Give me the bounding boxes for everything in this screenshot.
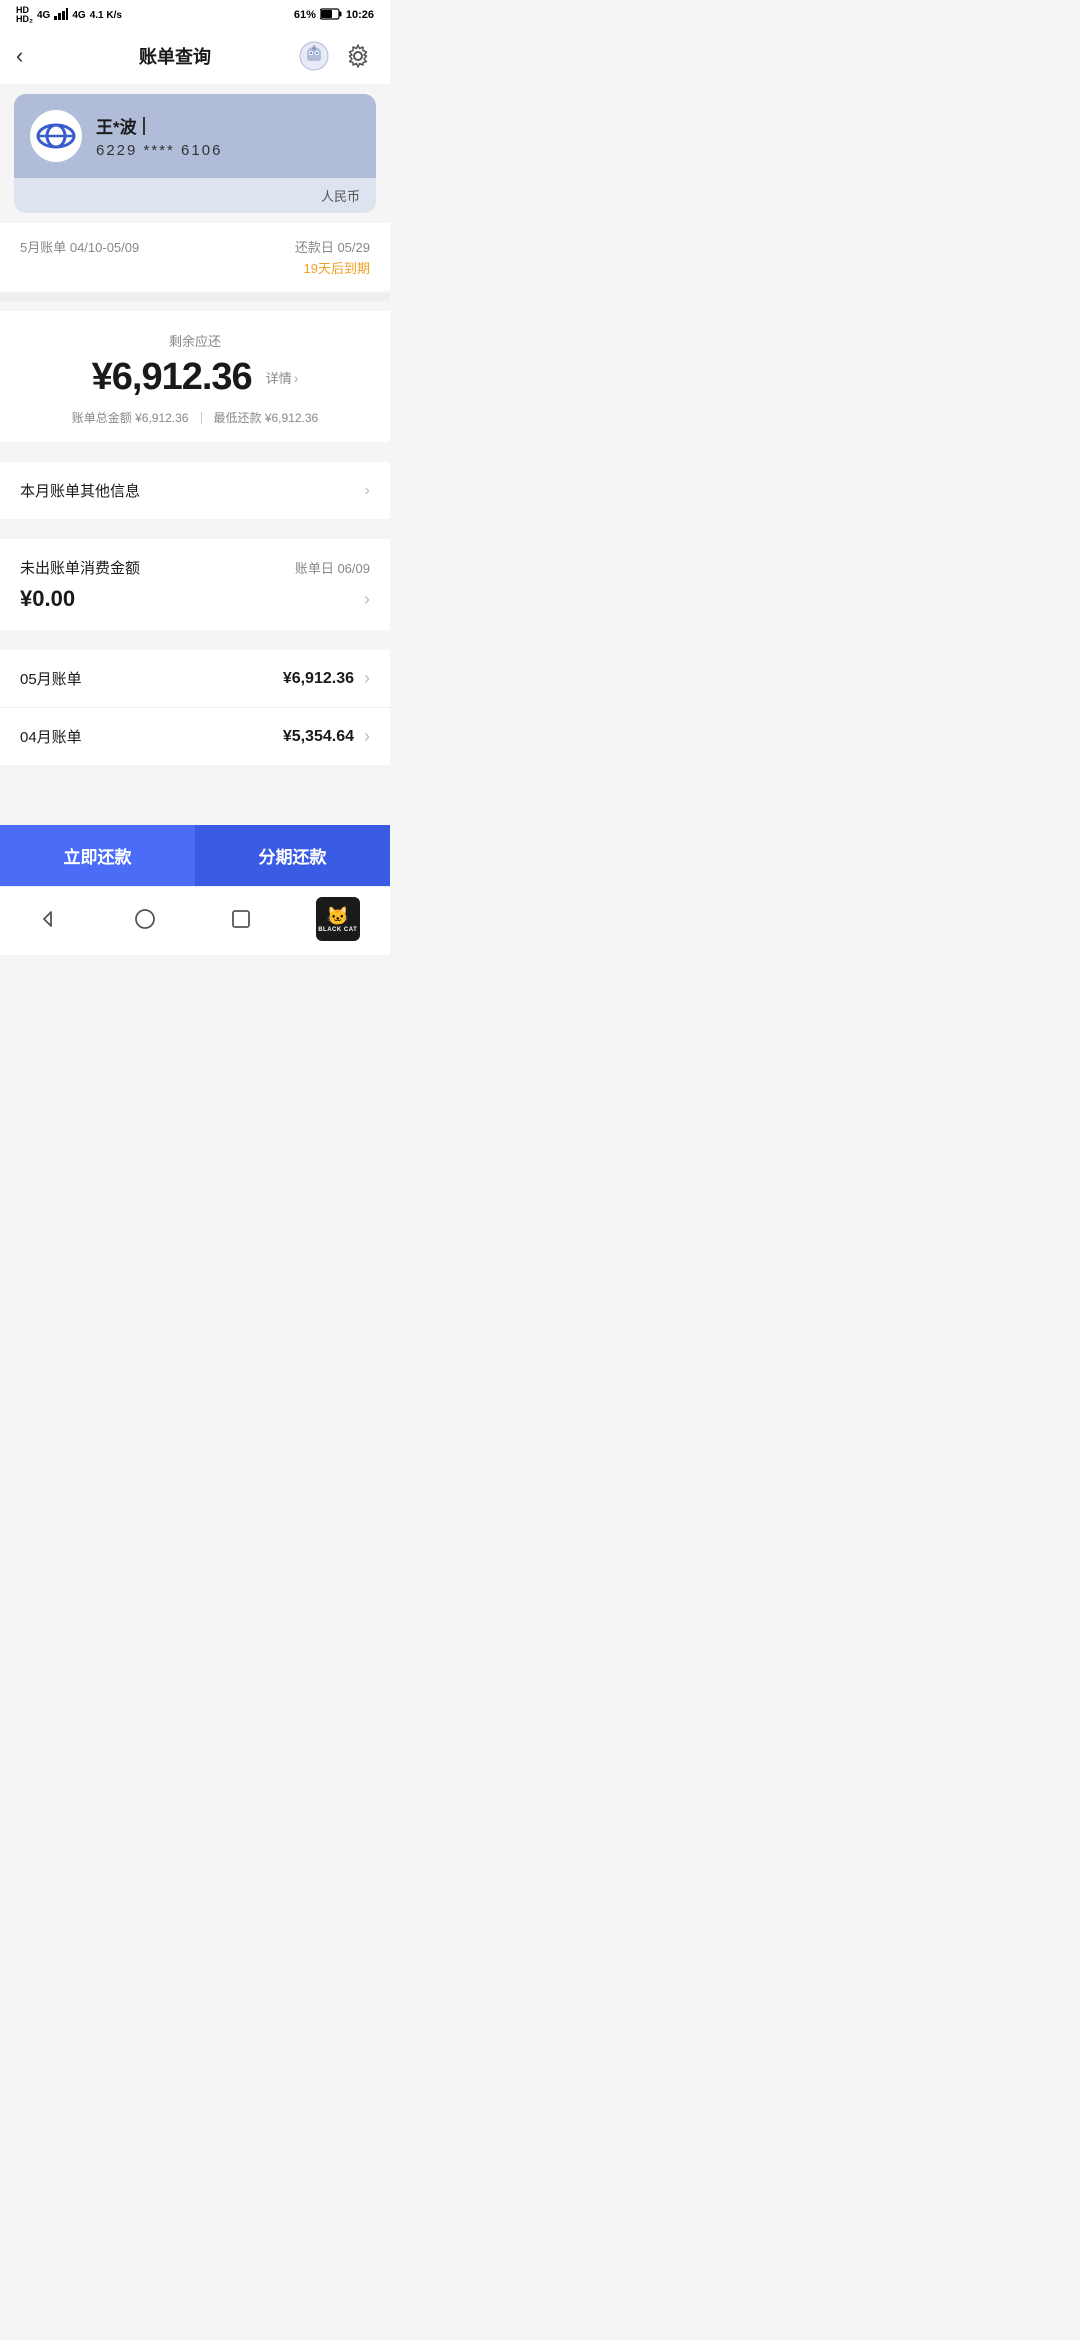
nav-back-button[interactable]: [26, 905, 70, 933]
unbilled-amount-row[interactable]: ¥0.00 ›: [20, 586, 370, 612]
battery-icon: [320, 8, 342, 23]
network-4g2: 4G: [72, 10, 85, 21]
other-info-label: 本月账单其他信息: [20, 480, 140, 501]
monthly-amount-row: ¥5,354.64 ›: [283, 726, 370, 747]
card-name: 王*波: [96, 113, 360, 138]
avatar-button[interactable]: [298, 40, 330, 72]
status-bar: HDHD₂ 4G 4G 4.1 K/s 61% 10:26: [0, 0, 390, 28]
header: ‹ 账单查询: [0, 28, 390, 84]
card-top: 王*波 6229 **** 6106: [14, 94, 376, 178]
unbilled-label: 未出账单消费金额: [20, 557, 140, 578]
billing-period-right: 还款日 05/29 19天后到期: [295, 237, 370, 277]
header-icons: [294, 40, 374, 72]
hd-label: HDHD₂: [16, 6, 33, 24]
remaining-amount-row: ¥6,912.36 详情 ›: [20, 356, 370, 399]
cat-icon: 🐱: [327, 906, 349, 927]
card-section: 王*波 6229 **** 6106 人民币: [14, 94, 376, 213]
back-button[interactable]: ‹: [16, 43, 56, 69]
status-left: HDHD₂ 4G 4G 4.1 K/s: [16, 6, 122, 24]
detail-label: 详情: [266, 368, 292, 387]
card-logo: [30, 110, 82, 162]
black-cat-badge: 🐱 BLACK CAT: [316, 897, 364, 941]
card-number: 6229 **** 6106: [96, 142, 360, 159]
bottom-buttons: 立即还款 分期还款: [0, 825, 390, 886]
unbilled-amount: ¥0.00: [20, 586, 75, 612]
monthly-bill-item[interactable]: 04月账单 ¥5,354.64 ›: [0, 708, 390, 765]
nav-recent-button[interactable]: [219, 905, 263, 933]
remaining-label: 剩余应还: [20, 331, 370, 350]
black-cat-text: BLACK CAT: [318, 927, 357, 933]
card-info: 王*波 6229 **** 6106: [96, 113, 360, 159]
chevron-right-icon: ›: [294, 370, 299, 386]
settings-button[interactable]: [342, 40, 374, 72]
min-label: 最低还款 ¥6,912.36: [214, 409, 319, 426]
monthly-label: 05月账单: [20, 668, 82, 689]
unbilled-date: 账单日 06/09: [295, 558, 370, 577]
other-info-right: ›: [365, 482, 370, 500]
chevron-right-icon: ›: [364, 589, 370, 610]
network-4g: 4G: [37, 10, 50, 21]
nav-home-button[interactable]: [123, 905, 167, 933]
amount-sub: 账单总金额 ¥6,912.36 最低还款 ¥6,912.36: [20, 409, 370, 426]
total-label: 账单总金额 ¥6,912.36: [72, 409, 189, 426]
sub-divider: [201, 412, 202, 424]
monthly-amount: ¥5,354.64: [283, 728, 354, 746]
monthly-bill-item[interactable]: 05月账单 ¥6,912.36 ›: [0, 650, 390, 708]
other-info-item[interactable]: 本月账单其他信息 ›: [0, 462, 390, 519]
cursor: [143, 117, 145, 135]
chevron-right-icon: ›: [365, 482, 370, 500]
remaining-amount: ¥6,912.36: [92, 356, 252, 399]
chevron-right-icon: ›: [364, 726, 370, 747]
status-right: 61% 10:26: [294, 8, 374, 23]
signal-icon: [54, 8, 68, 23]
other-info-block: 本月账单其他信息 ›: [0, 462, 390, 519]
detail-button[interactable]: 详情 ›: [266, 368, 299, 387]
billing-period-label: 5月账单 04/10-05/09: [20, 237, 139, 256]
billing-due-date: 还款日 05/29: [295, 237, 370, 256]
bottom-nav: 🐱 BLACK CAT: [0, 886, 390, 955]
page-title: 账单查询: [56, 43, 294, 69]
pay-now-button[interactable]: 立即还款: [0, 825, 195, 886]
billing-period: 5月账单 04/10-05/09 还款日 05/29 19天后到期: [0, 223, 390, 291]
monthly-amount: ¥6,912.36: [283, 670, 354, 688]
billing-days: 19天后到期: [295, 258, 370, 277]
battery-label: 61%: [294, 9, 316, 21]
monthly-amount-row: ¥6,912.36 ›: [283, 668, 370, 689]
speed-label: 4.1 K/s: [90, 10, 122, 21]
unbilled-header: 未出账单消费金额 账单日 06/09: [20, 557, 370, 578]
monthly-label: 04月账单: [20, 726, 82, 747]
monthly-bills-block: 05月账单 ¥6,912.36 › 04月账单 ¥5,354.64 ›: [0, 650, 390, 765]
time-label: 10:26: [346, 9, 374, 21]
unbilled-block: 未出账单消费金额 账单日 06/09 ¥0.00 ›: [0, 539, 390, 630]
chevron-right-icon: ›: [364, 668, 370, 689]
remaining-section: 剩余应还 ¥6,912.36 详情 › 账单总金额 ¥6,912.36 最低还款…: [0, 311, 390, 442]
card-currency: 人民币: [14, 178, 376, 213]
installment-button[interactable]: 分期还款: [195, 825, 390, 886]
